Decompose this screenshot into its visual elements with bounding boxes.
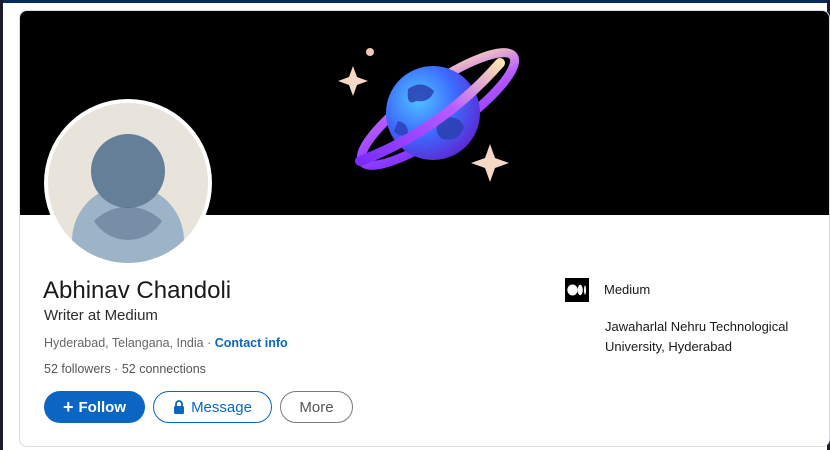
sparkle-icon: [338, 66, 368, 96]
profile-card: Abhinav Chandoli Writer at Medium Hydera…: [19, 10, 830, 447]
profile-headline: Writer at Medium: [44, 307, 158, 324]
plus-icon: +: [62, 396, 74, 417]
followers-count[interactable]: 52 followers: [44, 362, 111, 376]
lock-icon: [174, 400, 185, 414]
follow-button[interactable]: + Follow: [44, 391, 145, 423]
profile-avatar[interactable]: [44, 99, 212, 267]
more-label: More: [299, 398, 334, 416]
network-stats: 52 followers · 52 connections: [44, 362, 206, 376]
message-label: Message: [191, 398, 252, 416]
school-name[interactable]: Jawaharlal Nehru Technological Universit…: [605, 317, 805, 357]
follow-label: Follow: [78, 398, 127, 416]
connections-count[interactable]: 52 connections: [122, 362, 206, 376]
window-left-border: [0, 0, 3, 450]
company-name[interactable]: Medium: [604, 282, 650, 297]
profile-location: Hyderabad, Telangana, India: [44, 336, 204, 350]
location-row: Hyderabad, Telangana, India · Contact in…: [44, 336, 288, 350]
stats-separator: ·: [110, 362, 122, 376]
location-separator: ·: [203, 336, 215, 350]
default-avatar-icon: [48, 103, 208, 263]
profile-name: Abhinav Chandoli: [43, 277, 232, 304]
sparkle-icon: [471, 144, 509, 182]
contact-info-link[interactable]: Contact info: [215, 336, 288, 350]
window-top-border: [0, 0, 830, 3]
medium-logo-icon[interactable]: [565, 278, 589, 302]
message-button[interactable]: Message: [153, 391, 272, 423]
more-button[interactable]: More: [280, 391, 353, 423]
dot-sparkle-icon: [366, 48, 374, 56]
